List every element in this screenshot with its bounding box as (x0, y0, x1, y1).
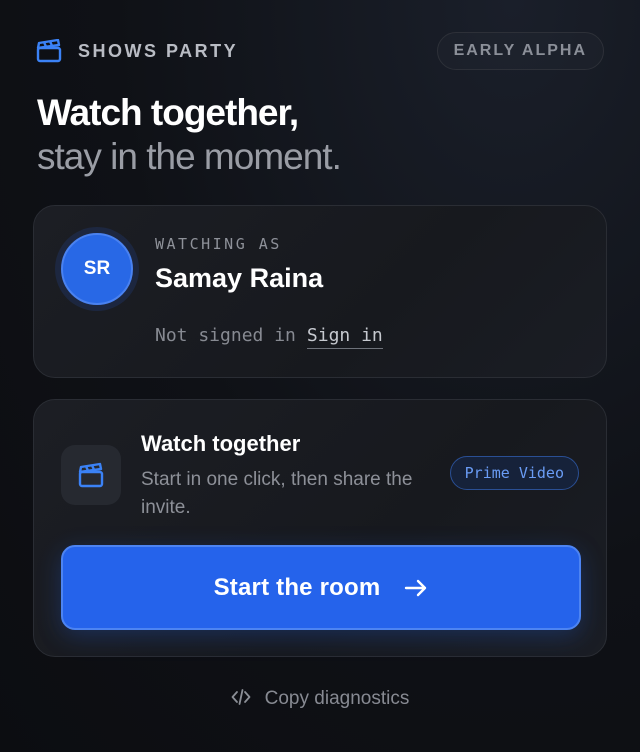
hero: Watch together, stay in the moment. (37, 92, 342, 180)
copy-diagnostics-button[interactable]: Copy diagnostics (0, 688, 640, 710)
code-icon (231, 688, 251, 710)
clapperboard-icon (36, 38, 62, 64)
sign-in-status: Not signed in (155, 325, 296, 346)
brand: SHOWS PARTY (36, 38, 238, 64)
watching-as-label: WATCHING AS (155, 235, 282, 253)
brand-name: SHOWS PARTY (78, 40, 239, 61)
watch-together-card: Watch together Start in one click, then … (33, 399, 607, 657)
arrow-right-icon (404, 578, 428, 598)
hero-subheadline: stay in the moment. (37, 136, 342, 177)
avatar: SR (61, 233, 133, 305)
clapperboard-icon (61, 445, 121, 505)
alpha-badge: EARLY ALPHA (436, 32, 604, 70)
sign-in-row: Not signed in Sign in (155, 325, 383, 349)
top-bar: SHOWS PARTY EARLY ALPHA (36, 32, 604, 70)
user-card: SR WATCHING AS Samay Raina Not signed in… (33, 205, 607, 378)
copy-diagnostics-label: Copy diagnostics (264, 688, 410, 709)
user-name: Samay Raina (155, 263, 324, 293)
start-room-button[interactable]: Start the room (61, 545, 581, 630)
service-pill: Prime Video (449, 456, 579, 490)
sign-in-link[interactable]: Sign in (306, 325, 383, 349)
watch-together-description: Start in one click, then share the invit… (141, 469, 413, 518)
hero-headline: Watch together, (37, 92, 299, 133)
start-room-label: Start the room (213, 573, 381, 601)
watch-together-title: Watch together (141, 431, 301, 456)
